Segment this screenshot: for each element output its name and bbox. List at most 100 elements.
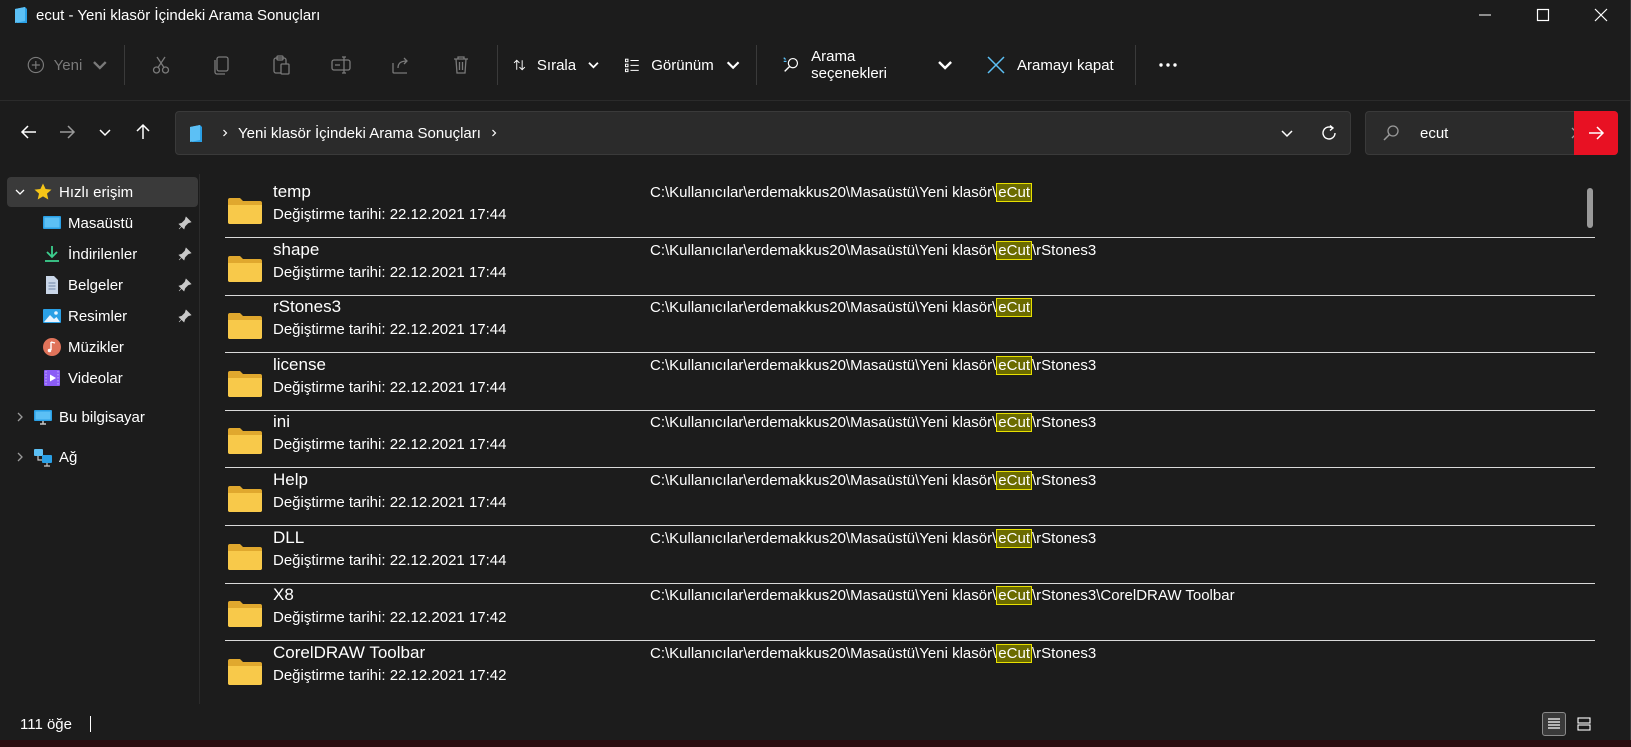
copy-button[interactable] — [191, 45, 251, 85]
address-bar-actions — [1266, 112, 1350, 154]
address-bar[interactable]: Yeni klasör İçindeki Arama Sonuçları — [175, 111, 1351, 155]
paste-button[interactable] — [251, 45, 311, 85]
title-bar: ecut - Yeni klasör İçindeki Arama Sonuçl… — [0, 0, 1630, 30]
sidebar-item-videos[interactable]: Videolar — [42, 363, 192, 393]
maximize-button[interactable] — [1514, 0, 1572, 30]
date-prefix: Değiştirme tarihi: — [273, 378, 390, 396]
item-modified-date: Değiştirme tarihi: 22.12.2021 17:44 — [273, 379, 506, 396]
file-explorer-window: ecut - Yeni klasör İçindeki Arama Sonuçl… — [0, 0, 1631, 740]
music-icon — [43, 338, 61, 356]
sidebar-item-pictures[interactable]: Resimler — [42, 301, 192, 331]
separator — [497, 45, 498, 85]
delete-button[interactable] — [431, 45, 491, 85]
path-prefix: C:\Kullanıcılar\erdemakkus20\Masaüstü\Ye… — [650, 241, 997, 259]
rename-button[interactable] — [311, 45, 371, 85]
item-modified-date: Değiştirme tarihi: 22.12.2021 17:44 — [273, 206, 506, 223]
sidebar-item-label: Bu bilgisayar — [59, 408, 145, 426]
sidebar-item-downloads[interactable]: İndirilenler — [42, 239, 192, 269]
window-title: ecut - Yeni klasör İçindeki Arama Sonuçl… — [36, 6, 321, 24]
item-path: C:\Kullanıcılar\erdemakkus20\Masaüstü\Ye… — [650, 528, 1096, 548]
forward-button[interactable] — [48, 113, 86, 151]
item-modified-date: Değiştirme tarihi: 22.12.2021 17:42 — [273, 667, 506, 684]
sidebar-item-desktop[interactable]: Masaüstü — [42, 208, 192, 238]
chevron-right-icon[interactable] — [13, 410, 27, 424]
back-button[interactable] — [10, 113, 48, 151]
videos-icon — [44, 370, 60, 386]
chevron-down-icon[interactable] — [13, 185, 27, 199]
item-path: C:\Kullanıcılar\erdemakkus20\Masaüstü\Ye… — [650, 240, 1096, 260]
scissors-icon — [152, 56, 170, 74]
share-button[interactable] — [371, 45, 431, 85]
more-options-button[interactable] — [1142, 45, 1194, 85]
item-path: C:\Kullanıcılar\erdemakkus20\Masaüstü\Ye… — [650, 643, 1097, 663]
date-value: 22.12.2021 17:44 — [389, 378, 507, 396]
close-window-button[interactable] — [1572, 0, 1630, 30]
chevron-right-icon[interactable] — [13, 450, 27, 464]
cut-button[interactable] — [131, 45, 191, 85]
sidebar-item-network[interactable]: Ağ — [7, 442, 192, 472]
new-label: Yeni — [53, 56, 83, 74]
separator — [756, 45, 757, 85]
search-match-highlight: eCut — [996, 355, 1032, 375]
path-suffix: \rStones3 — [1031, 472, 1097, 489]
maximize-icon — [1536, 8, 1550, 22]
refresh-button[interactable] — [1308, 114, 1350, 152]
search-go-button[interactable] — [1574, 111, 1618, 155]
search-icon — [1383, 125, 1399, 141]
desktop-icon — [43, 216, 61, 229]
path-suffix: \rStones3\CorelDRAW Toolbar — [1031, 587, 1235, 605]
arrow-left-icon — [20, 124, 36, 139]
list-item[interactable]: X8 Değiştirme tarihi: 22.12.2021 17:42 C:\… — [225, 581, 1595, 642]
view-list-icon — [624, 58, 639, 73]
close-search-button[interactable]: Aramayı kapat — [977, 45, 1127, 85]
list-item[interactable]: DLL Değiştirme tarihi: 22.12.2021 17:44 C:… — [225, 524, 1595, 584]
date-value: 22.12.2021 17:44 — [389, 494, 507, 511]
chevron-right-icon[interactable] — [489, 128, 499, 138]
list-item[interactable]: Help Değiştirme tarihi: 22.12.2021 17:44 C… — [225, 466, 1595, 526]
chevron-down-icon — [93, 61, 107, 70]
date-value: 22.12.2021 17:44 — [389, 206, 507, 223]
command-bar: Yeni Sırala Görünüm Arama seçenekleri Ar… — [0, 30, 1630, 100]
arrow-up-icon — [136, 123, 150, 139]
sidebar-item-music[interactable]: Müzikler — [42, 332, 192, 362]
refresh-icon — [1322, 124, 1336, 140]
tiles-view-icon — [1577, 717, 1591, 731]
minimize-button[interactable] — [1456, 0, 1514, 30]
date-value: 22.12.2021 17:44 — [389, 263, 507, 281]
up-button[interactable] — [124, 113, 162, 151]
list-item[interactable]: rStones3 Değiştirme tarihi: 22.12.2021 17… — [225, 293, 1595, 354]
sidebar-item-quick-access[interactable]: Hızlı erişim — [7, 177, 198, 207]
sidebar-item-documents[interactable]: Belgeler — [42, 270, 192, 300]
details-view-button[interactable] — [1542, 712, 1566, 736]
address-history-button[interactable] — [1266, 114, 1308, 152]
search-match-highlight: eCut — [996, 586, 1032, 606]
item-name: ini — [273, 412, 291, 432]
folder-icon — [228, 313, 262, 340]
vertical-scrollbar[interactable] — [1587, 188, 1593, 228]
new-button[interactable]: Yeni — [18, 45, 118, 85]
path-suffix: \rStones3 — [1031, 644, 1097, 662]
sort-button[interactable]: Sırala — [504, 45, 609, 85]
date-prefix: Değiştirme tarihi: — [273, 206, 390, 223]
item-name: CorelDRAW Toolbar — [273, 642, 426, 662]
separator — [1135, 45, 1136, 85]
list-item[interactable]: CorelDRAW Toolbar Değiştirme tarihi: 22.1… — [225, 639, 1595, 699]
list-item[interactable]: ini Değiştirme tarihi: 22.12.2021 17:44 C:… — [225, 408, 1595, 469]
item-path: C:\Kullanıcılar\erdemakkus20\Masaüstü\Ye… — [650, 355, 1097, 375]
list-item[interactable]: license Değiştirme tarihi: 22.12.2021 17:… — [225, 351, 1595, 411]
navigation-pane: Hızlı erişim Masaüstü İndirilenler Belge… — [0, 174, 200, 704]
sidebar-item-label: Hızlı erişim — [59, 183, 134, 201]
tiles-view-button[interactable] — [1572, 712, 1596, 736]
item-name: DLL — [273, 527, 305, 547]
view-button[interactable]: Görünüm — [615, 45, 750, 85]
recent-locations-button[interactable] — [86, 113, 124, 151]
item-name: shape — [273, 239, 320, 259]
list-item[interactable]: shape Değiştirme tarihi: 22.12.2021 17:44… — [225, 236, 1595, 296]
folder-icon — [228, 658, 262, 685]
path-suffix: \rStones3 — [1031, 356, 1097, 374]
search-input[interactable] — [1420, 124, 1550, 142]
list-item[interactable]: temp Değiştirme tarihi: 22.12.2021 17:44 C… — [225, 178, 1595, 238]
breadcrumb-search-results[interactable]: Yeni klasör İçindeki Arama Sonuçları — [238, 125, 481, 142]
search-options-button[interactable]: Arama seçenekleri — [773, 45, 963, 85]
sidebar-item-this-pc[interactable]: Bu bilgisayar — [7, 402, 192, 432]
